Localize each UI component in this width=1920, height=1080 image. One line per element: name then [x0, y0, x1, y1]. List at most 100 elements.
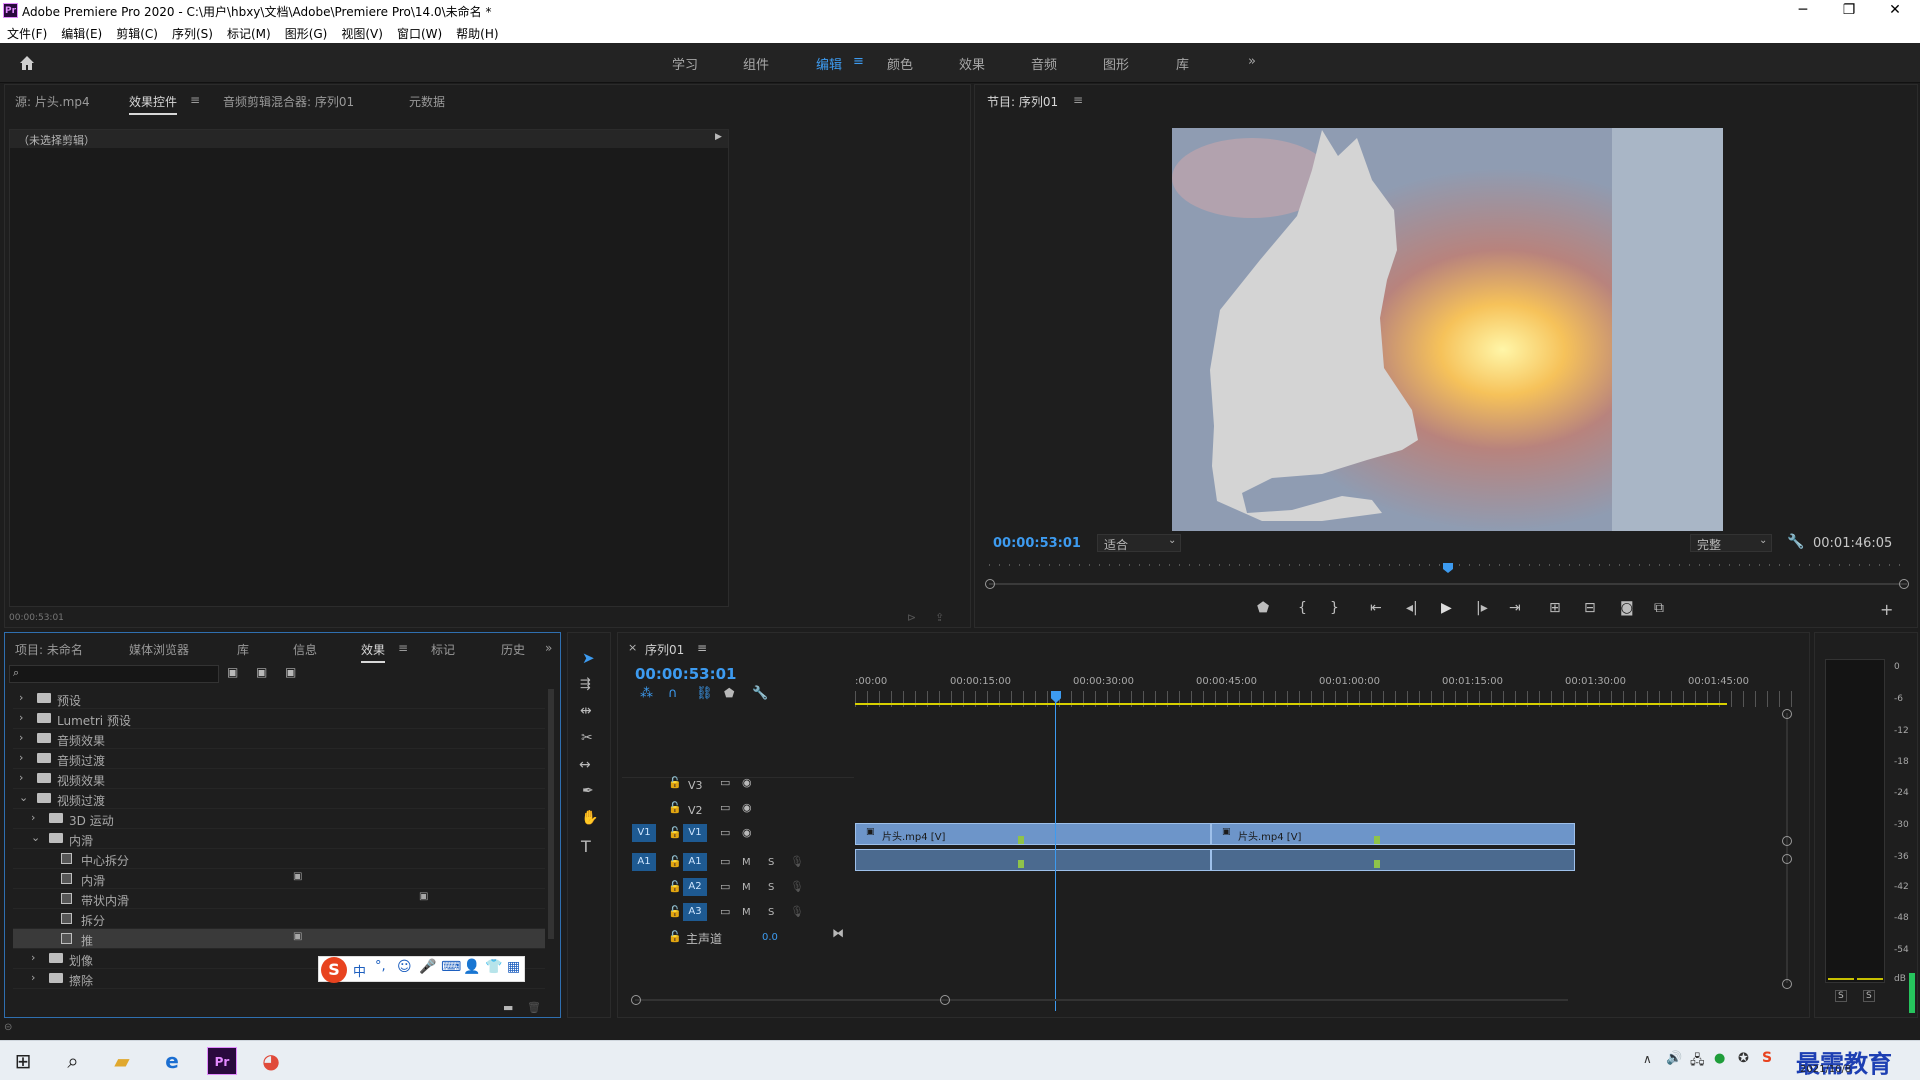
skin-icon[interactable]: 👕: [485, 959, 502, 975]
search-icon[interactable]: ⌕: [58, 1047, 88, 1075]
tab-media-browser[interactable]: 媒体浏览器: [129, 641, 189, 658]
more-workspaces-icon[interactable]: »: [1248, 54, 1256, 69]
quality-dropdown[interactable]: 完整 ⌄: [1690, 534, 1772, 552]
solo-button[interactable]: S: [768, 882, 774, 893]
tab-effect-controls[interactable]: 效果控件: [129, 93, 178, 115]
restore-icon[interactable]: ❐: [1826, 2, 1872, 20]
add-marker-icon[interactable]: ⬟: [1257, 600, 1269, 616]
premiere-taskbar-icon[interactable]: Pr: [207, 1047, 237, 1075]
tree-item[interactable]: 中心拆分: [13, 849, 545, 869]
sync-lock-icon[interactable]: ▭: [720, 776, 730, 789]
ime-toolbar[interactable]: S 中 °, ☺ 🎤 ⌨ 👤 👕 ▦: [318, 956, 525, 983]
microphone-icon[interactable]: 🎤: [419, 959, 436, 975]
button-editor-icon[interactable]: +: [1880, 600, 1893, 619]
punctuation-icon[interactable]: °,: [375, 959, 386, 974]
accelerated-effects-icon[interactable]: ▣: [227, 665, 238, 679]
v-scroll-handle[interactable]: [1782, 836, 1792, 846]
user-icon[interactable]: 👤: [463, 959, 480, 975]
tray-app-icon[interactable]: ●: [1714, 1051, 1725, 1066]
tree-item[interactable]: 带状内滑 ▣: [13, 889, 545, 909]
chevron-right-icon[interactable]: ›: [19, 731, 23, 744]
tab-audio-clip-mixer[interactable]: 音频剪辑混合器: 序列01: [223, 93, 354, 110]
menu-help[interactable]: 帮助(H): [449, 22, 505, 42]
step-forward-icon[interactable]: |▸: [1476, 600, 1488, 616]
track-a1-label[interactable]: A1: [683, 853, 707, 871]
tree-item[interactable]: 拆分: [13, 909, 545, 929]
track-v1-label[interactable]: V1: [683, 824, 707, 842]
zoom-handle-right[interactable]: [1899, 579, 1909, 589]
volume-icon[interactable]: 🔊: [1666, 1051, 1682, 1066]
source-patch-a1[interactable]: A1: [632, 853, 656, 871]
windows-start-icon[interactable]: ⊞: [8, 1047, 38, 1075]
linked-selection-icon[interactable]: ⛓: [696, 686, 713, 701]
more-tabs-icon[interactable]: »: [545, 641, 552, 655]
chevron-down-icon[interactable]: ⌄: [19, 791, 28, 804]
effects-menu-icon[interactable]: ≡: [398, 641, 408, 655]
type-tool-icon[interactable]: T: [581, 837, 591, 856]
lock-icon[interactable]: 🔓: [668, 776, 682, 789]
lock-icon[interactable]: 🔓: [668, 905, 682, 918]
edge-icon[interactable]: e: [157, 1047, 187, 1075]
keyframe-marker[interactable]: [1374, 836, 1380, 844]
fit-dropdown[interactable]: 适合 ⌄: [1097, 534, 1181, 552]
video-clip[interactable]: ▣ 片头.mp4 [V]: [1211, 823, 1575, 845]
voiceover-icon[interactable]: 🎙: [790, 905, 804, 918]
toolbox-icon[interactable]: ▦: [507, 959, 520, 975]
ripple-edit-tool-icon[interactable]: ⇹: [580, 703, 592, 719]
tab-effects[interactable]: 效果: [361, 641, 386, 663]
32bit-effects-icon[interactable]: ▣: [256, 665, 267, 679]
menu-marker[interactable]: 标记(M): [220, 22, 278, 42]
chevron-right-icon[interactable]: ›: [31, 811, 35, 824]
program-playhead[interactable]: [1443, 563, 1453, 573]
solo-button[interactable]: S: [768, 907, 774, 918]
eye-icon[interactable]: ◉: [742, 776, 752, 789]
menu-file[interactable]: 文件(F): [0, 22, 54, 42]
go-to-master-icon[interactable]: ⧓: [832, 926, 844, 940]
chrome-icon[interactable]: ◕: [256, 1047, 286, 1075]
nest-icon[interactable]: ⁂: [640, 686, 653, 701]
sync-lock-icon[interactable]: ▭: [720, 905, 730, 918]
track-a3-label[interactable]: A3: [683, 903, 707, 921]
workspace-libraries[interactable]: 库: [1176, 54, 1189, 73]
meter-solo-right[interactable]: S: [1863, 990, 1875, 1002]
keyframe-marker[interactable]: [1018, 836, 1024, 844]
effects-search-input[interactable]: ⌕: [9, 665, 219, 683]
workspace-effects[interactable]: 效果: [959, 54, 985, 73]
hand-tool-icon[interactable]: ✋: [581, 810, 598, 826]
v-scroll-handle[interactable]: [1782, 854, 1792, 864]
step-back-icon[interactable]: ◂|: [1406, 600, 1418, 616]
workspace-learn[interactable]: 学习: [672, 54, 698, 73]
close-sequence-icon[interactable]: ×: [628, 641, 637, 654]
zoom-scrollbar[interactable]: [989, 583, 1907, 585]
export-frame-icon[interactable]: ◙: [1620, 600, 1634, 616]
workspace-audio[interactable]: 音频: [1031, 54, 1057, 73]
workspace-color[interactable]: 颜色: [887, 54, 913, 73]
tree-item[interactable]: › 音频过渡: [13, 749, 545, 769]
network-icon[interactable]: 🖧: [1690, 1051, 1705, 1073]
workspace-menu-icon[interactable]: ≡: [853, 54, 864, 69]
workspace-editing[interactable]: 编辑: [816, 54, 842, 73]
voiceover-icon[interactable]: 🎙: [790, 880, 804, 893]
master-volume[interactable]: 0.0: [762, 932, 778, 943]
expand-arrow-icon[interactable]: ▶: [715, 132, 722, 142]
timeline-timecode[interactable]: 00:00:53:01: [635, 665, 737, 683]
track-a2-label[interactable]: A2: [683, 878, 707, 896]
slip-tool-icon[interactable]: ↔: [579, 757, 591, 773]
tree-item[interactable]: › 音频效果: [13, 729, 545, 749]
filter-clip-icon[interactable]: ⊳: [907, 611, 916, 624]
tree-item[interactable]: 内滑 ▣: [13, 869, 545, 889]
go-to-out-icon[interactable]: ⇥: [1509, 600, 1521, 616]
lock-icon[interactable]: 🔓: [668, 930, 682, 943]
tab-metadata[interactable]: 元数据: [409, 93, 445, 110]
tree-item[interactable]: › 3D 运动: [13, 809, 545, 829]
play-icon[interactable]: ▶: [1441, 600, 1452, 616]
sequence-menu-icon[interactable]: ≡: [697, 641, 707, 655]
h-scroll-handle-right[interactable]: [940, 995, 950, 1005]
extract-icon[interactable]: ⊟: [1584, 600, 1596, 616]
menu-sequence[interactable]: 序列(S): [165, 22, 220, 42]
voiceover-icon[interactable]: 🎙: [790, 855, 804, 868]
tree-item[interactable]: ⌄ 内滑: [13, 829, 545, 849]
sync-lock-icon[interactable]: ▭: [720, 880, 730, 893]
chevron-right-icon[interactable]: ›: [19, 771, 23, 784]
menu-clip[interactable]: 剪辑(C): [109, 22, 165, 42]
